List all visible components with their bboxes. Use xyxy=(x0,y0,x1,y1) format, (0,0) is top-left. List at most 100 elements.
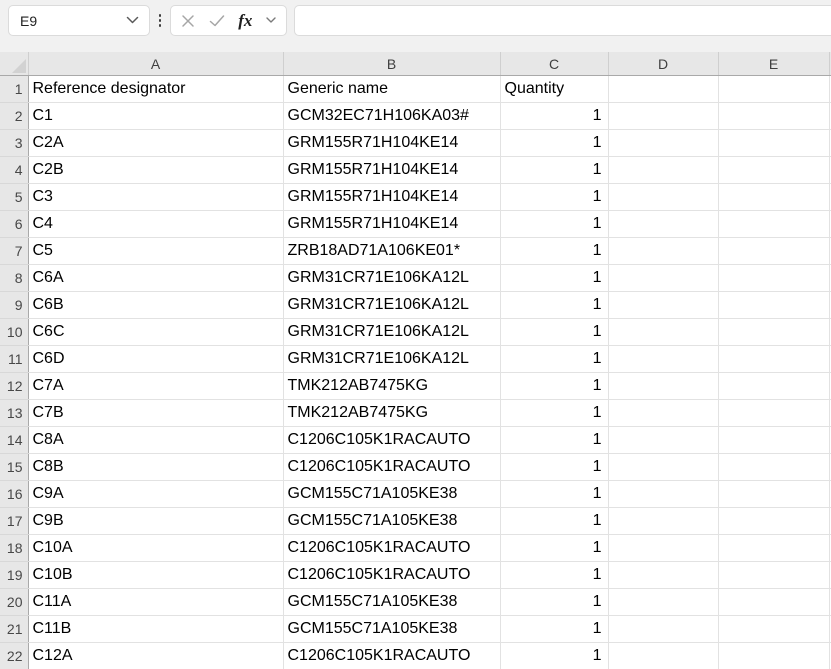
cell-B12[interactable]: TMK212AB7475KG xyxy=(283,373,500,400)
cell-E15[interactable] xyxy=(718,454,829,481)
cell-C6[interactable]: 1 xyxy=(500,211,608,238)
cell-B16[interactable]: GCM155C71A105KE38 xyxy=(283,481,500,508)
cell-C20[interactable]: 1 xyxy=(500,589,608,616)
cell-A21[interactable]: C11B xyxy=(28,616,283,643)
row-header-11[interactable]: 11 xyxy=(0,346,28,373)
cell-E21[interactable] xyxy=(718,616,829,643)
cell-C18[interactable]: 1 xyxy=(500,535,608,562)
row-header-21[interactable]: 21 xyxy=(0,616,28,643)
cell-A1[interactable]: Reference designator xyxy=(28,76,283,103)
cell-B10[interactable]: GRM31CR71E106KA12L xyxy=(283,319,500,346)
row-header-2[interactable]: 2 xyxy=(0,103,28,130)
cell-C15[interactable]: 1 xyxy=(500,454,608,481)
cell-E11[interactable] xyxy=(718,346,829,373)
row-header-18[interactable]: 18 xyxy=(0,535,28,562)
cell-C17[interactable]: 1 xyxy=(500,508,608,535)
cell-E5[interactable] xyxy=(718,184,829,211)
cell-B15[interactable]: C1206C105K1RACAUTO xyxy=(283,454,500,481)
cell-D11[interactable] xyxy=(608,346,718,373)
cell-B11[interactable]: GRM31CR71E106KA12L xyxy=(283,346,500,373)
column-header-E[interactable]: E xyxy=(718,52,829,76)
cell-E22[interactable] xyxy=(718,643,829,669)
cancel-icon[interactable] xyxy=(181,14,195,28)
cell-B3[interactable]: GRM155R71H104KE14 xyxy=(283,130,500,157)
cell-A22[interactable]: C12A xyxy=(28,643,283,669)
cell-D9[interactable] xyxy=(608,292,718,319)
cell-D15[interactable] xyxy=(608,454,718,481)
cell-B22[interactable]: C1206C105K1RACAUTO xyxy=(283,643,500,669)
cell-B7[interactable]: ZRB18AD71A106KE01* xyxy=(283,238,500,265)
cell-A18[interactable]: C10A xyxy=(28,535,283,562)
column-header-A[interactable]: A xyxy=(28,52,283,76)
cell-B6[interactable]: GRM155R71H104KE14 xyxy=(283,211,500,238)
cell-C2[interactable]: 1 xyxy=(500,103,608,130)
cell-D6[interactable] xyxy=(608,211,718,238)
row-header-15[interactable]: 15 xyxy=(0,454,28,481)
cell-E6[interactable] xyxy=(718,211,829,238)
cell-E1[interactable] xyxy=(718,76,829,103)
cell-C8[interactable]: 1 xyxy=(500,265,608,292)
cell-C13[interactable]: 1 xyxy=(500,400,608,427)
cell-D5[interactable] xyxy=(608,184,718,211)
cell-A2[interactable]: C1 xyxy=(28,103,283,130)
chevron-down-icon[interactable] xyxy=(126,16,139,25)
cell-D7[interactable] xyxy=(608,238,718,265)
cell-C16[interactable]: 1 xyxy=(500,481,608,508)
row-header-4[interactable]: 4 xyxy=(0,157,28,184)
cell-E13[interactable] xyxy=(718,400,829,427)
row-header-5[interactable]: 5 xyxy=(0,184,28,211)
cell-B19[interactable]: C1206C105K1RACAUTO xyxy=(283,562,500,589)
column-header-C[interactable]: C xyxy=(500,52,608,76)
cell-E10[interactable] xyxy=(718,319,829,346)
cell-E9[interactable] xyxy=(718,292,829,319)
cell-B20[interactable]: GCM155C71A105KE38 xyxy=(283,589,500,616)
cell-C19[interactable]: 1 xyxy=(500,562,608,589)
cell-A6[interactable]: C4 xyxy=(28,211,283,238)
cell-C4[interactable]: 1 xyxy=(500,157,608,184)
cell-B13[interactable]: TMK212AB7475KG xyxy=(283,400,500,427)
cell-A5[interactable]: C3 xyxy=(28,184,283,211)
cell-E18[interactable] xyxy=(718,535,829,562)
cell-C10[interactable]: 1 xyxy=(500,319,608,346)
cell-D16[interactable] xyxy=(608,481,718,508)
cell-C21[interactable]: 1 xyxy=(500,616,608,643)
cell-C12[interactable]: 1 xyxy=(500,373,608,400)
cell-B21[interactable]: GCM155C71A105KE38 xyxy=(283,616,500,643)
cell-A4[interactable]: C2B xyxy=(28,157,283,184)
cell-E3[interactable] xyxy=(718,130,829,157)
row-header-13[interactable]: 13 xyxy=(0,400,28,427)
cell-B2[interactable]: GCM32EC71H106KA03# xyxy=(283,103,500,130)
cell-A15[interactable]: C8B xyxy=(28,454,283,481)
cell-A9[interactable]: C6B xyxy=(28,292,283,319)
cell-B17[interactable]: GCM155C71A105KE38 xyxy=(283,508,500,535)
cell-D12[interactable] xyxy=(608,373,718,400)
cell-C9[interactable]: 1 xyxy=(500,292,608,319)
cell-B18[interactable]: C1206C105K1RACAUTO xyxy=(283,535,500,562)
column-header-D[interactable]: D xyxy=(608,52,718,76)
row-header-7[interactable]: 7 xyxy=(0,238,28,265)
cell-D14[interactable] xyxy=(608,427,718,454)
cell-D18[interactable] xyxy=(608,535,718,562)
row-header-8[interactable]: 8 xyxy=(0,265,28,292)
cell-E7[interactable] xyxy=(718,238,829,265)
cell-C11[interactable]: 1 xyxy=(500,346,608,373)
cell-D10[interactable] xyxy=(608,319,718,346)
name-box[interactable]: E9 xyxy=(8,5,150,36)
cell-A14[interactable]: C8A xyxy=(28,427,283,454)
cell-D21[interactable] xyxy=(608,616,718,643)
cell-A12[interactable]: C7A xyxy=(28,373,283,400)
cell-D17[interactable] xyxy=(608,508,718,535)
cell-A10[interactable]: C6C xyxy=(28,319,283,346)
row-header-12[interactable]: 12 xyxy=(0,373,28,400)
cell-E12[interactable] xyxy=(718,373,829,400)
cell-A7[interactable]: C5 xyxy=(28,238,283,265)
cell-A17[interactable]: C9B xyxy=(28,508,283,535)
cell-E19[interactable] xyxy=(718,562,829,589)
cell-E2[interactable] xyxy=(718,103,829,130)
cell-A13[interactable]: C7B xyxy=(28,400,283,427)
insert-function-fx-icon[interactable]: fx xyxy=(238,12,252,29)
fx-chevron-down-icon[interactable] xyxy=(266,17,276,24)
cell-A19[interactable]: C10B xyxy=(28,562,283,589)
formula-input[interactable] xyxy=(294,5,831,36)
cell-D3[interactable] xyxy=(608,130,718,157)
